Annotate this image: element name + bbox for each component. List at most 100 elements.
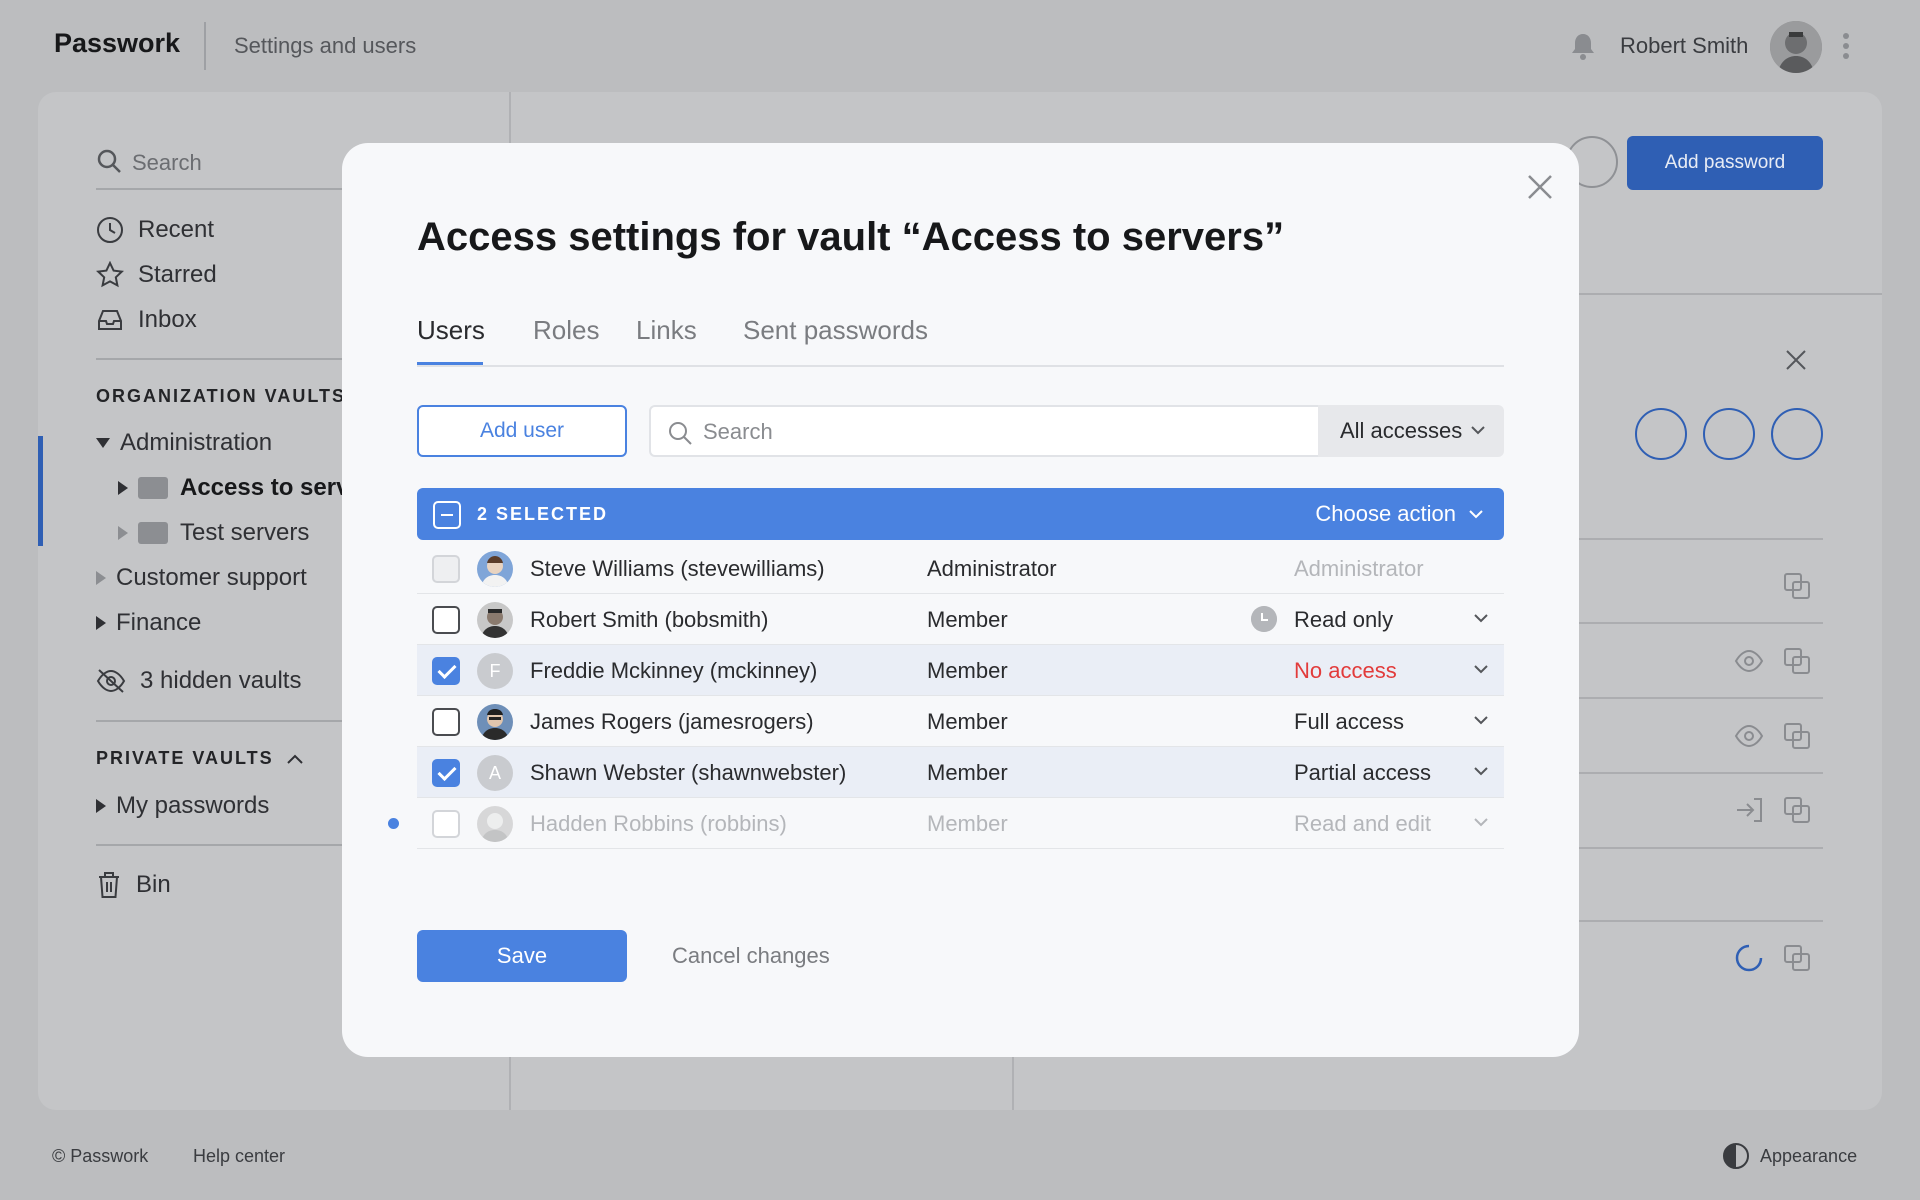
current-user-name[interactable]: Robert Smith xyxy=(1620,33,1748,59)
vault-my-passwords[interactable]: My passwords xyxy=(96,788,269,824)
edit-icon-button[interactable] xyxy=(1703,408,1755,460)
chevron-up-icon[interactable] xyxy=(286,753,304,765)
hidden-vaults-toggle[interactable]: 3 hidden vaults xyxy=(96,663,301,699)
vault-test-servers[interactable]: Test servers xyxy=(118,515,309,551)
avatar: F xyxy=(477,653,513,689)
choose-action-dropdown[interactable]: Choose action xyxy=(1315,501,1484,527)
user-name: Hadden Robbins (robbins) xyxy=(530,811,787,836)
vault-label: Access to serv xyxy=(180,474,350,501)
help-center-link[interactable]: Help center xyxy=(193,1146,285,1167)
topbar-divider xyxy=(204,22,206,70)
vault-administration[interactable]: Administration xyxy=(96,425,272,461)
access-filter-value: All accesses xyxy=(1340,418,1463,443)
chevron-down-icon[interactable] xyxy=(1473,816,1489,828)
row-checkbox[interactable] xyxy=(432,657,460,685)
user-avatar[interactable] xyxy=(1770,21,1822,73)
more-menu-icon[interactable] xyxy=(1840,30,1852,62)
deselect-all-checkbox[interactable] xyxy=(433,501,461,529)
copy-icon[interactable] xyxy=(1782,646,1812,676)
panel-divider xyxy=(1579,622,1823,624)
footer-copyright: © Passwork xyxy=(52,1146,149,1166)
more-icon-button[interactable] xyxy=(1771,408,1823,460)
caret-right-icon[interactable] xyxy=(96,616,106,630)
panel-divider xyxy=(1579,772,1823,774)
caret-right-icon[interactable] xyxy=(96,571,106,585)
close-icon[interactable] xyxy=(1784,348,1808,372)
chevron-down-icon[interactable] xyxy=(1473,714,1489,726)
user-role: Member xyxy=(927,760,1008,785)
chevron-down-icon[interactable] xyxy=(1473,765,1489,777)
history-icon[interactable] xyxy=(1251,606,1277,632)
chevron-down-icon[interactable] xyxy=(1473,612,1489,624)
active-vault-indicator xyxy=(38,436,43,546)
private-vaults-heading[interactable]: PRIVATE VAULTS xyxy=(96,748,304,769)
sidebar-item-recent[interactable]: Recent xyxy=(96,212,214,248)
row-checkbox xyxy=(432,555,460,583)
copy-icon[interactable] xyxy=(1782,721,1812,751)
sidebar-item-inbox[interactable]: Inbox xyxy=(96,302,197,338)
login-icon[interactable] xyxy=(1734,795,1764,825)
user-access: Read and edit xyxy=(1294,811,1431,836)
user-row: F Freddie Mckinney (mckinney) Member No … xyxy=(417,645,1504,696)
tab-sent-passwords[interactable]: Sent passwords xyxy=(743,315,928,346)
bell-icon[interactable] xyxy=(1567,30,1599,62)
row-checkbox[interactable] xyxy=(432,606,460,634)
avatar xyxy=(477,704,513,740)
user-row: A Shawn Webster (shawnwebster) Member Pa… xyxy=(417,747,1504,798)
panel-divider xyxy=(1579,697,1823,699)
tab-roles[interactable]: Roles xyxy=(533,315,599,346)
tab-links[interactable]: Links xyxy=(636,315,697,346)
appearance-toggle[interactable]: Appearance xyxy=(1722,1142,1857,1170)
sidebar-item-bin[interactable]: Bin xyxy=(96,867,171,903)
tab-bar: Users Roles Links Sent passwords xyxy=(417,315,1504,367)
section-title: Settings and users xyxy=(234,33,417,58)
user-role: Member xyxy=(927,709,1008,734)
vault-customer-support[interactable]: Customer support xyxy=(96,560,307,596)
add-password-button[interactable]: Add password xyxy=(1627,136,1823,190)
choose-action-label: Choose action xyxy=(1315,501,1456,526)
user-access: Administrator xyxy=(1294,556,1424,581)
vault-finance[interactable]: Finance xyxy=(96,605,201,641)
close-icon[interactable] xyxy=(1524,171,1556,203)
caret-right-icon[interactable] xyxy=(118,526,128,540)
users-list: Steve Williams (stevewilliams) Administr… xyxy=(388,543,1504,849)
org-vaults-heading: ORGANIZATION VAULTS xyxy=(96,386,346,406)
tab-users[interactable]: Users xyxy=(417,315,485,346)
search-icon xyxy=(669,422,692,445)
trash-icon xyxy=(99,872,119,898)
row-checkbox[interactable] xyxy=(432,810,460,838)
vault-label: My passwords xyxy=(116,792,270,819)
folder-icon xyxy=(138,477,168,499)
cancel-changes-button[interactable]: Cancel changes xyxy=(672,943,830,969)
user-role: Member xyxy=(927,658,1008,683)
app-logo[interactable]: Passwork xyxy=(54,28,180,59)
user-row: James Rogers (jamesrogers) Member Full a… xyxy=(417,696,1504,747)
user-name: Freddie Mckinney (mckinney) xyxy=(530,658,818,683)
row-checkbox[interactable] xyxy=(432,708,460,736)
caret-right-icon[interactable] xyxy=(118,481,128,495)
access-filter-select[interactable]: All accesses xyxy=(1318,405,1504,457)
copy-icon[interactable] xyxy=(1782,795,1812,825)
row-checkbox[interactable] xyxy=(432,759,460,787)
user-name: Shawn Webster (shawnwebster) xyxy=(530,760,847,785)
copy-icon[interactable] xyxy=(1782,943,1812,973)
search-input[interactable] xyxy=(703,417,1283,447)
copy-icon[interactable] xyxy=(1782,571,1812,601)
contrast-icon xyxy=(1723,1143,1749,1169)
eye-icon[interactable] xyxy=(1734,646,1764,676)
chevron-down-icon[interactable] xyxy=(1473,663,1489,675)
sidebar-item-starred[interactable]: Starred xyxy=(96,257,217,293)
caret-right-icon[interactable] xyxy=(96,799,106,813)
save-button[interactable]: Save xyxy=(417,930,627,982)
user-role: Member xyxy=(927,811,1008,836)
user-role: Administrator xyxy=(927,556,1057,581)
user-access: Read only xyxy=(1294,607,1394,632)
user-access: Full access xyxy=(1294,709,1405,734)
sidebar-item-label: Starred xyxy=(138,261,217,288)
add-user-button[interactable]: Add user xyxy=(417,405,627,457)
add-user-icon-button[interactable] xyxy=(1635,408,1687,460)
eye-icon[interactable] xyxy=(1734,721,1764,751)
caret-down-icon[interactable] xyxy=(96,438,110,448)
user-access: Partial access xyxy=(1294,760,1431,785)
private-vaults-label: PRIVATE VAULTS xyxy=(96,748,274,768)
